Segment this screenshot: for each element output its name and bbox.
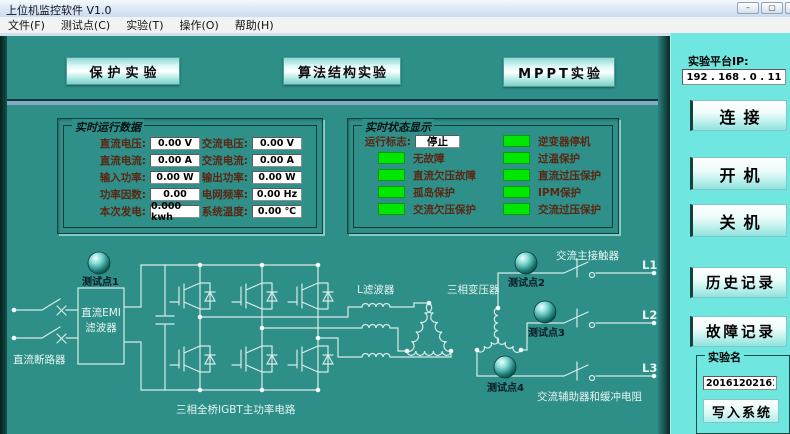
energy-label: 本次发电:: [88, 204, 146, 219]
maximize-icon[interactable]: ▢: [761, 2, 783, 14]
horizontal-divider: [7, 99, 658, 107]
phase-l2-label: L2: [642, 308, 657, 322]
igbt-top-leg3: [288, 283, 333, 309]
window-title: 上位机监控软件 V1.0: [6, 2, 112, 18]
app-window: 上位机监控软件 V1.0 – ▢ ✕ 文件(F) 测试点(C) 实验(T) 操作…: [0, 0, 790, 434]
inverter-stop-led: [503, 135, 530, 147]
igbt-bridge-label: 三相全桥IGBT主功率电路: [176, 403, 296, 416]
no-fault-label: 无故障: [413, 151, 445, 166]
title-bar: 上位机监控软件 V1.0 – ▢ ✕: [0, 0, 790, 18]
test-point-2-button[interactable]: [515, 252, 537, 274]
dc-voltage-label: 直流电压:: [88, 136, 146, 151]
window-controls: – ▢ ✕: [737, 2, 790, 14]
test-point-2-label: 测试点2: [508, 276, 545, 289]
islanding-protect-label: 孤岛保护: [413, 185, 455, 200]
status-panel: 实时状态显示 运行标志: 停止 无故障 直流欠压故障 孤岛保护 交流欠压保护 逆…: [347, 118, 619, 234]
ac-main-contactor-label: 交流主接触器: [556, 249, 619, 262]
dc-overvoltage-protect-label: 直流过压保护: [538, 168, 601, 183]
dc-undervoltage-fault-label: 直流欠压故障: [413, 168, 476, 183]
minimize-icon[interactable]: –: [737, 2, 759, 14]
dc-undervoltage-fault-led: [378, 169, 405, 181]
output-power-value: 0.00 W: [252, 171, 302, 184]
fault-record-button[interactable]: 故障记录: [690, 316, 787, 347]
igbt-top-leg1: [170, 283, 215, 309]
window-inner-edge: [0, 33, 670, 36]
power-off-button[interactable]: 关机: [690, 204, 787, 237]
history-record-button[interactable]: 历史记录: [690, 267, 787, 298]
overtemp-protect-label: 过温保护: [538, 151, 580, 166]
ac-current-label: 交流电流:: [190, 153, 248, 168]
experiment-name-groupbox: 实验名 写入系统: [696, 355, 790, 434]
menu-operate[interactable]: 操作(O): [172, 17, 227, 33]
ac-current-value: 0.00 A: [252, 154, 302, 167]
power-factor-label: 功率因数:: [88, 187, 146, 202]
write-system-button[interactable]: 写入系统: [703, 399, 779, 423]
ac-undervoltage-protect-label: 交流欠压保护: [413, 202, 476, 217]
output-power-label: 输出功率:: [190, 170, 248, 185]
running-data-title: 实时运行数据: [72, 119, 144, 135]
ipm-protect-label: IPM保护: [538, 185, 581, 200]
igbt-top-leg2: [232, 283, 277, 309]
algorithm-structure-experiment-button[interactable]: 算法结构实验: [283, 57, 401, 85]
running-data-panel: 实时运行数据 直流电压: 0.00 V 直流电流: 0.00 A 输入功率: 0.00…: [57, 118, 323, 234]
system-temp-value: 0.00 ℃: [252, 205, 302, 218]
phase-l3-label: L3: [642, 361, 657, 375]
dc-overvoltage-protect-led: [503, 169, 530, 181]
ac-overvoltage-protect-label: 交流过压保护: [538, 202, 601, 217]
experiment-name-title: 实验名: [705, 349, 744, 365]
input-power-label: 输入功率:: [88, 170, 146, 185]
circuit-diagram: 直流断路器 直流EMI 滤波器 三相全桥IGBT主功率电路 L滤波器 三相变压器…: [0, 240, 670, 434]
ipm-protect-led: [503, 186, 530, 198]
ac-overvoltage-protect-led: [503, 203, 530, 215]
connect-button[interactable]: 连接: [690, 100, 787, 131]
test-point-3-label: 测试点3: [528, 326, 565, 339]
inverter-stop-label: 逆变器停机: [538, 134, 591, 149]
run-flag-label: 运行标志:: [356, 134, 411, 149]
ac-aux-label: 交流辅助器和缓冲电阻: [537, 390, 642, 403]
no-fault-led: [378, 152, 405, 164]
menu-experiment[interactable]: 实验(T): [118, 17, 171, 33]
dc-current-label: 直流电流:: [88, 153, 146, 168]
status-title: 实时状态显示: [362, 119, 434, 135]
igbt-bottom-leg2: [232, 346, 277, 372]
experiment-name-input[interactable]: [703, 376, 777, 390]
igbt-bottom-leg1: [170, 346, 215, 372]
test-point-3-button[interactable]: [534, 301, 556, 323]
test-point-4-label: 测试点4: [487, 381, 524, 394]
menu-testpoint[interactable]: 测试点(C): [53, 17, 118, 33]
phase-l1-label: L1: [642, 258, 657, 272]
ac-voltage-value: 0.00 V: [252, 137, 302, 150]
test-point-1-label: 测试点1: [82, 275, 119, 288]
islanding-protect-led: [378, 186, 405, 198]
menu-help[interactable]: 帮助(H): [227, 17, 282, 33]
igbt-bottom-leg3: [288, 346, 333, 372]
ac-voltage-label: 交流电压:: [190, 136, 248, 151]
ac-undervoltage-protect-led: [378, 203, 405, 215]
close-icon[interactable]: ✕: [785, 2, 790, 14]
system-temp-label: 系统温度:: [190, 204, 248, 219]
dc-breaker-label: 直流断路器: [13, 353, 66, 366]
test-point-4-button[interactable]: [494, 356, 516, 378]
platform-ip-input[interactable]: [682, 69, 786, 85]
test-point-1-button[interactable]: [88, 252, 110, 274]
power-on-button[interactable]: 开机: [690, 157, 787, 190]
emi-filter-label-line2: 滤波器: [85, 321, 117, 334]
mppt-experiment-button[interactable]: MPPT实验: [503, 57, 615, 87]
platform-ip-label: 实验平台IP:: [688, 53, 749, 69]
transformer-label: 三相变压器: [447, 283, 500, 296]
run-flag-value: 停止: [415, 135, 460, 148]
grid-frequency-value: 0.00 Hz: [252, 188, 302, 201]
menu-bar: 文件(F) 测试点(C) 实验(T) 操作(O) 帮助(H): [0, 17, 790, 34]
overtemp-protect-led: [503, 152, 530, 164]
protection-experiment-button[interactable]: 保护实验: [66, 57, 180, 85]
menu-file[interactable]: 文件(F): [0, 17, 53, 33]
l-filter-label: L滤波器: [357, 283, 395, 296]
emi-filter-label-line1: 直流EMI: [81, 306, 121, 319]
grid-frequency-label: 电网频率:: [190, 187, 248, 202]
